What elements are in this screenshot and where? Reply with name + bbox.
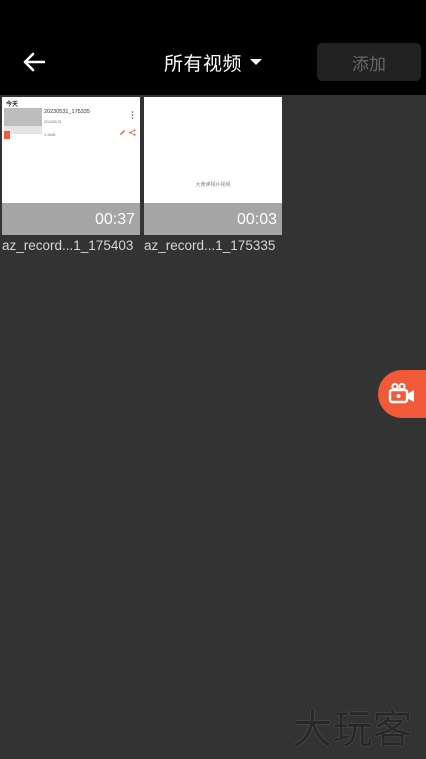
page-title: 所有视频 [163, 53, 242, 75]
share-icon [129, 129, 136, 136]
video-filename: az_record...1_175403 [2, 238, 134, 253]
video-duration: 00:37 [94, 211, 135, 228]
back-button[interactable] [14, 44, 54, 80]
video-thumbnail[interactable]: 大黄蜂相片视频 00:03 [144, 97, 282, 235]
thumb-preview-block [4, 108, 42, 126]
thumb-center-text: 大黄蜂相片视频 [195, 182, 231, 188]
add-button[interactable]: 添加 [317, 43, 421, 81]
album-dropdown[interactable]: 所有视频 [150, 44, 276, 80]
video-camera-icon [388, 382, 414, 404]
arrow-left-icon [23, 52, 45, 72]
thumb-file-size: 1.5MB [44, 132, 56, 137]
edit-icon [120, 130, 125, 135]
video-item[interactable]: 今天 20230531_175335 2023/5/31 1.5MB 00:37… [2, 97, 140, 253]
caret-down-icon [250, 59, 262, 65]
more-icon [131, 111, 134, 119]
thumb-today-label: 今天 [6, 102, 19, 108]
top-bar: 所有视频 添加 [0, 0, 426, 95]
video-duration: 00:03 [236, 211, 277, 228]
video-filename: az_record...1_175335 [144, 238, 276, 253]
watermark-logo: 大玩客 [292, 707, 413, 753]
video-thumbnail[interactable]: 今天 20230531_175335 2023/5/31 1.5MB 00:37 [2, 97, 140, 235]
thumb-file-date: 2023/5/31 [44, 119, 62, 124]
record-floating-button[interactable] [378, 370, 426, 418]
thumb-record-marker [4, 131, 10, 139]
video-item[interactable]: 大黄蜂相片视频 00:03 az_record...1_175335 [144, 97, 282, 253]
thumb-file-name: 20230531_175335 [44, 109, 90, 115]
